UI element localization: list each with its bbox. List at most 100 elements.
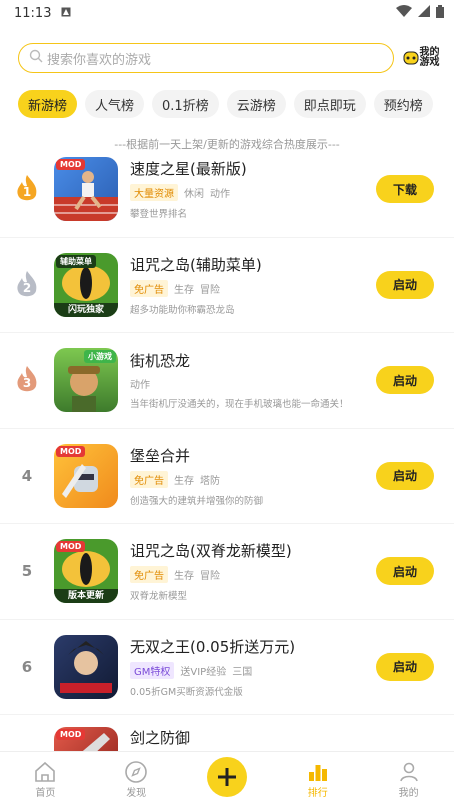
gamepad-icon bbox=[403, 51, 418, 65]
game-icon[interactable]: 小游戏 bbox=[54, 348, 118, 413]
rank-badge: 2 bbox=[0, 270, 54, 300]
compass-icon bbox=[125, 761, 147, 783]
launch-button[interactable]: 启动 bbox=[376, 461, 434, 490]
game-row[interactable]: 3 小游戏 街机恐龙 动作 当年街机厅没通关的，现在手机玻璃也能一命通关！ 启动 bbox=[0, 333, 454, 429]
launch-button[interactable]: 启动 bbox=[376, 557, 434, 586]
icon-label: 版本更新 bbox=[54, 589, 118, 604]
signal-icon bbox=[418, 5, 430, 21]
genre-tag: 三国 bbox=[232, 666, 253, 678]
game-title[interactable]: 街机恐龙 bbox=[130, 350, 376, 372]
game-row[interactable]: 6 无双之王(0.05折送万元) GM特权 送VIP经验 三国 0.05折GM买… bbox=[0, 620, 454, 715]
game-title[interactable]: 诅咒之岛(辅助菜单) bbox=[130, 254, 376, 276]
ranking-icon bbox=[308, 765, 327, 781]
nav-label: 我的 bbox=[398, 788, 419, 799]
silver-flame-icon: 2 bbox=[14, 270, 40, 300]
launch-button[interactable]: 启动 bbox=[376, 366, 434, 395]
genre-tag: 送VIP经验 bbox=[180, 666, 227, 678]
genre-tag: 冒险 bbox=[200, 284, 220, 296]
tab-cloud[interactable]: 云游榜 bbox=[226, 90, 286, 118]
highlight-tag: GM特权 bbox=[130, 661, 175, 679]
search-input[interactable]: 搜索你喜欢的游戏 bbox=[18, 43, 394, 73]
rank-number: 6 bbox=[21, 657, 33, 676]
highlight-tag: 大量资源 bbox=[130, 184, 178, 202]
plus-icon bbox=[206, 756, 247, 797]
game-row[interactable]: 5 MOD 版本更新 诅咒之岛(双脊龙新模型) 免广告 生存 冒险 双脊龙新模型… bbox=[0, 524, 454, 620]
game-icon[interactable] bbox=[54, 634, 118, 699]
mini-game-badge: 小游戏 bbox=[84, 350, 116, 364]
genre-tag: 休闲 bbox=[184, 189, 204, 201]
genre-tag: 动作 bbox=[130, 380, 150, 392]
game-title[interactable]: 堡垒合并 bbox=[130, 445, 376, 467]
download-button[interactable]: 下载 bbox=[376, 175, 434, 204]
genre-tag: 塔防 bbox=[200, 475, 220, 487]
game-icon[interactable]: MOD bbox=[54, 443, 118, 508]
game-icon[interactable]: MOD bbox=[54, 157, 118, 222]
genre-tag: 生存 bbox=[174, 284, 194, 296]
game-title[interactable]: 无双之王(0.05折送万元) bbox=[130, 636, 376, 658]
status-bar: 11:13 bbox=[0, 0, 454, 26]
game-row[interactable]: MOD 剑之防御 bbox=[0, 715, 454, 752]
nav-profile[interactable]: 我的 bbox=[379, 760, 439, 799]
game-title[interactable]: 剑之防御 bbox=[130, 727, 454, 749]
nav-home[interactable]: 首页 bbox=[15, 760, 75, 799]
highlight-tag: 免广告 bbox=[130, 279, 168, 297]
assist-menu-badge: 辅助菜单 bbox=[56, 254, 96, 268]
nav-label: 首页 bbox=[35, 788, 56, 799]
game-desc: 当年街机厅没通关的，现在手机玻璃也能一命通关！ bbox=[130, 399, 349, 411]
ranking-tabs: 新游榜 人气榜 0.1折榜 云游榜 即点即玩 预约榜 bbox=[0, 80, 454, 130]
rank-number: 5 bbox=[21, 562, 33, 581]
game-row[interactable]: 2 辅助菜单 闪玩独家 诅咒之岛(辅助菜单) 免广告 生存 冒险 超多功能助你称… bbox=[0, 238, 454, 333]
battery-icon bbox=[436, 4, 444, 22]
gold-flame-icon: 1 bbox=[14, 174, 40, 204]
game-desc: 创造强大的建筑并增强你的防御 bbox=[130, 495, 264, 507]
search-row: 搜索你喜欢的游戏 我的 游戏 bbox=[0, 26, 454, 80]
game-desc: 超多功能助你称霸恐龙岛 bbox=[130, 304, 235, 316]
nav-ranking[interactable]: 排行 bbox=[288, 760, 348, 799]
notification-icon bbox=[61, 6, 71, 21]
genre-tag: 动作 bbox=[210, 189, 230, 201]
highlight-tag: 免广告 bbox=[130, 470, 168, 488]
launch-button[interactable]: 启动 bbox=[376, 652, 434, 681]
bottom-nav: 首页 发现 排行 我的 bbox=[0, 751, 454, 807]
tab-new[interactable]: 新游榜 bbox=[18, 90, 78, 118]
home-icon bbox=[35, 761, 56, 782]
my-games-button[interactable]: 我的 游戏 bbox=[400, 43, 442, 73]
wifi-icon bbox=[396, 5, 412, 21]
game-icon[interactable]: 辅助菜单 闪玩独家 bbox=[54, 252, 118, 317]
game-row[interactable]: 4 MOD 堡垒合并 免广告 生存 塔防 创造强大的建筑并增强你的防御 启动 bbox=[0, 429, 454, 524]
game-row[interactable]: 1 MOD 速度之星(最新版) 大量资源 休闲 动作 攀登世界排名 下载 bbox=[0, 142, 454, 238]
tab-popular[interactable]: 人气榜 bbox=[85, 90, 145, 118]
bronze-flame-icon: 3 bbox=[14, 365, 40, 395]
tab-instant-play[interactable]: 即点即玩 bbox=[293, 90, 366, 118]
game-title[interactable]: 速度之星(最新版) bbox=[130, 158, 376, 180]
rank-number: 4 bbox=[21, 466, 33, 485]
rank-badge: 3 bbox=[0, 365, 54, 395]
icon-label: 闪玩独家 bbox=[54, 302, 118, 317]
launch-button[interactable]: 启动 bbox=[376, 270, 434, 299]
mod-badge: MOD bbox=[56, 159, 86, 171]
tab-reservation[interactable]: 预约榜 bbox=[373, 90, 433, 118]
nav-label: 排行 bbox=[307, 788, 328, 799]
game-icon[interactable]: MOD 版本更新 bbox=[54, 539, 118, 604]
game-desc: 0.05折GM买断资源代金版 bbox=[130, 686, 243, 698]
game-icon[interactable]: MOD bbox=[54, 727, 118, 752]
status-time: 11:13 bbox=[14, 5, 52, 21]
game-list: 1 MOD 速度之星(最新版) 大量资源 休闲 动作 攀登世界排名 下载 2 辅… bbox=[0, 142, 454, 752]
mod-badge: MOD bbox=[56, 729, 86, 740]
mod-badge: MOD bbox=[56, 541, 86, 553]
game-title[interactable]: 诅咒之岛(双脊龙新模型) bbox=[130, 540, 376, 562]
nav-add[interactable] bbox=[197, 756, 257, 797]
profile-icon bbox=[399, 762, 418, 782]
game-desc: 攀登世界排名 bbox=[130, 209, 188, 221]
highlight-tag: 免广告 bbox=[130, 566, 168, 584]
genre-tag: 生存 bbox=[174, 475, 194, 487]
search-icon bbox=[29, 49, 43, 67]
search-placeholder: 搜索你喜欢的游戏 bbox=[47, 52, 152, 68]
game-desc: 双脊龙新模型 bbox=[130, 591, 188, 603]
nav-label: 发现 bbox=[126, 788, 147, 799]
nav-discover[interactable]: 发现 bbox=[106, 760, 166, 799]
genre-tag: 冒险 bbox=[200, 571, 220, 583]
my-games-label-bottom: 游戏 bbox=[419, 57, 440, 68]
tab-discount[interactable]: 0.1折榜 bbox=[152, 90, 219, 118]
mod-badge: MOD bbox=[56, 445, 86, 457]
